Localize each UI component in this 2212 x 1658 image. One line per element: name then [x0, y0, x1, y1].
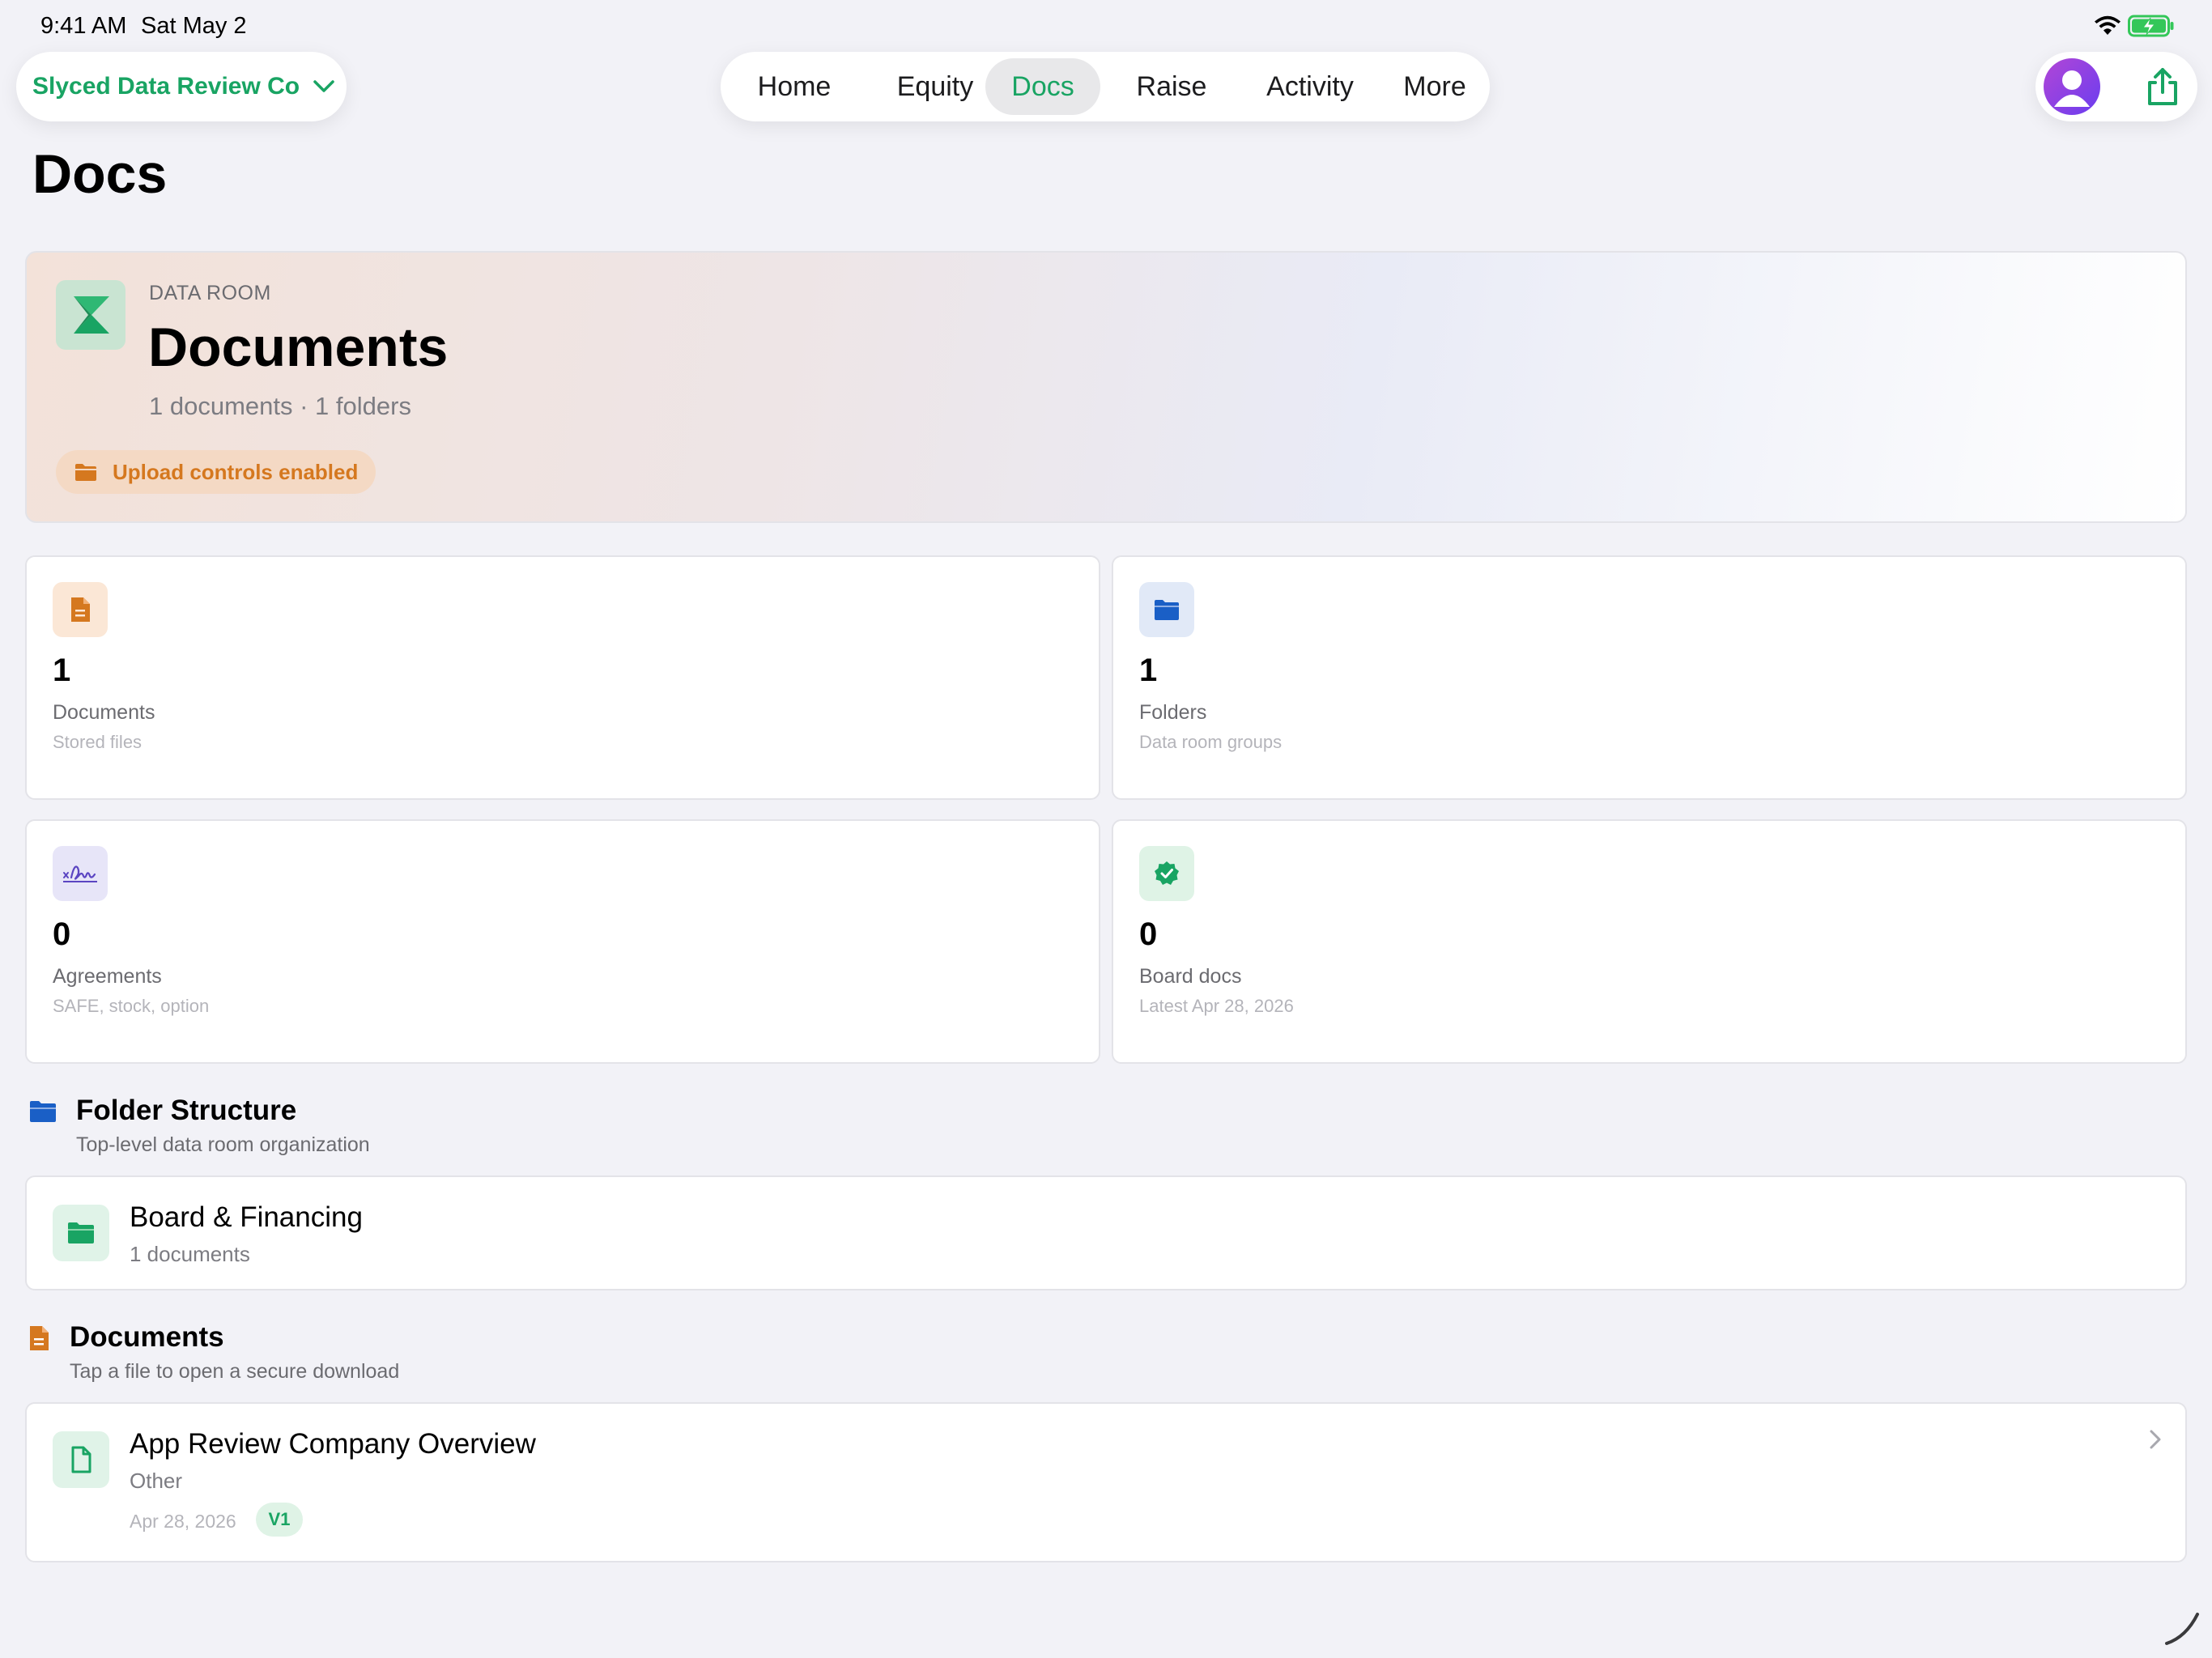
person-icon — [2054, 70, 2090, 107]
document-name: App Review Company Overview — [130, 1428, 536, 1460]
folder-icon — [1139, 582, 1194, 637]
tab-activity[interactable]: Activity — [1242, 58, 1378, 115]
status-time: 9:41 AM — [40, 13, 127, 39]
share-icon[interactable] — [2141, 65, 2184, 108]
app-logo-icon — [56, 280, 125, 350]
section-title-documents: Documents — [70, 1321, 224, 1353]
upload-status-badge: Upload controls enabled — [56, 450, 376, 494]
folder-document-count: 1 documents — [130, 1242, 250, 1266]
tab-equity[interactable]: Equity — [866, 58, 1004, 115]
section-subtitle-folder-structure: Top-level data room organization — [76, 1133, 370, 1156]
stat-value: 1 — [1139, 653, 1158, 688]
document-icon — [30, 1326, 49, 1350]
chevron-right-icon — [2150, 1430, 2161, 1449]
stat-value: 1 — [53, 653, 71, 688]
folder-icon — [75, 464, 96, 481]
stat-caption: Data room groups — [1139, 732, 1283, 752]
section-subtitle-documents: Tap a file to open a secure download — [70, 1360, 400, 1383]
stat-card-agreements: 0 Agreements SAFE, stock, option — [25, 819, 1100, 1064]
folder-icon — [53, 1205, 109, 1261]
stat-caption: Stored files — [53, 732, 143, 752]
page-title: Docs — [32, 143, 168, 205]
avatar[interactable] — [2044, 58, 2100, 115]
stat-label: Board docs — [1139, 965, 1242, 988]
signature-icon — [53, 846, 108, 901]
company-name: Slyced Data Review Co — [32, 73, 300, 100]
tab-home[interactable]: Home — [743, 58, 845, 115]
stat-label: Agreements — [53, 965, 162, 988]
stat-card-board-docs: 0 Board docs Latest Apr 28, 2026 — [1112, 819, 2187, 1064]
upload-status-text: Upload controls enabled — [113, 459, 359, 484]
tab-bar: Home Equity Docs Raise Activity More — [721, 52, 1490, 121]
verified-badge-icon — [1139, 846, 1194, 901]
stat-card-folders: 1 Folders Data room groups — [1112, 555, 2187, 800]
stat-label: Folders — [1139, 701, 1207, 724]
account-actions — [2035, 52, 2197, 121]
stat-caption: SAFE, stock, option — [53, 996, 210, 1016]
folder-icon — [30, 1101, 56, 1122]
scroll-indicator[interactable] — [2162, 1608, 2202, 1648]
wifi-icon — [2095, 15, 2121, 35]
stat-value: 0 — [1139, 916, 1158, 952]
data-room-hero: DATA ROOM Documents 1 documents · 1 fold… — [25, 251, 2187, 523]
status-icons — [2094, 15, 2175, 37]
hero-title: Documents — [148, 317, 449, 378]
tab-docs[interactable]: Docs — [985, 58, 1100, 115]
stat-card-documents: 1 Documents Stored files — [25, 555, 1100, 800]
battery-charging-icon — [2128, 15, 2174, 37]
file-icon — [53, 1431, 109, 1488]
document-date: Apr 28, 2026 — [130, 1511, 236, 1532]
tab-more[interactable]: More — [1389, 58, 1480, 115]
hero-kicker: DATA ROOM — [149, 282, 271, 304]
status-date: Sat May 2 — [141, 13, 247, 39]
company-switcher[interactable]: Slyced Data Review Co — [16, 52, 347, 121]
hero-summary: 1 documents · 1 folders — [149, 392, 411, 420]
document-icon — [53, 582, 108, 637]
document-category: Other — [130, 1469, 183, 1493]
stat-label: Documents — [53, 701, 155, 724]
section-title-folder-structure: Folder Structure — [76, 1095, 297, 1126]
chevron-down-icon — [313, 80, 334, 92]
version-badge: V1 — [256, 1503, 303, 1537]
tab-raise[interactable]: Raise — [1118, 58, 1225, 115]
folder-row[interactable]: Board & Financing 1 documents — [25, 1175, 2187, 1290]
folder-name: Board & Financing — [130, 1201, 363, 1233]
stat-caption: Latest Apr 28, 2026 — [1139, 996, 1294, 1016]
document-row[interactable]: App Review Company Overview Other Apr 28… — [25, 1402, 2187, 1562]
stat-value: 0 — [53, 916, 71, 952]
